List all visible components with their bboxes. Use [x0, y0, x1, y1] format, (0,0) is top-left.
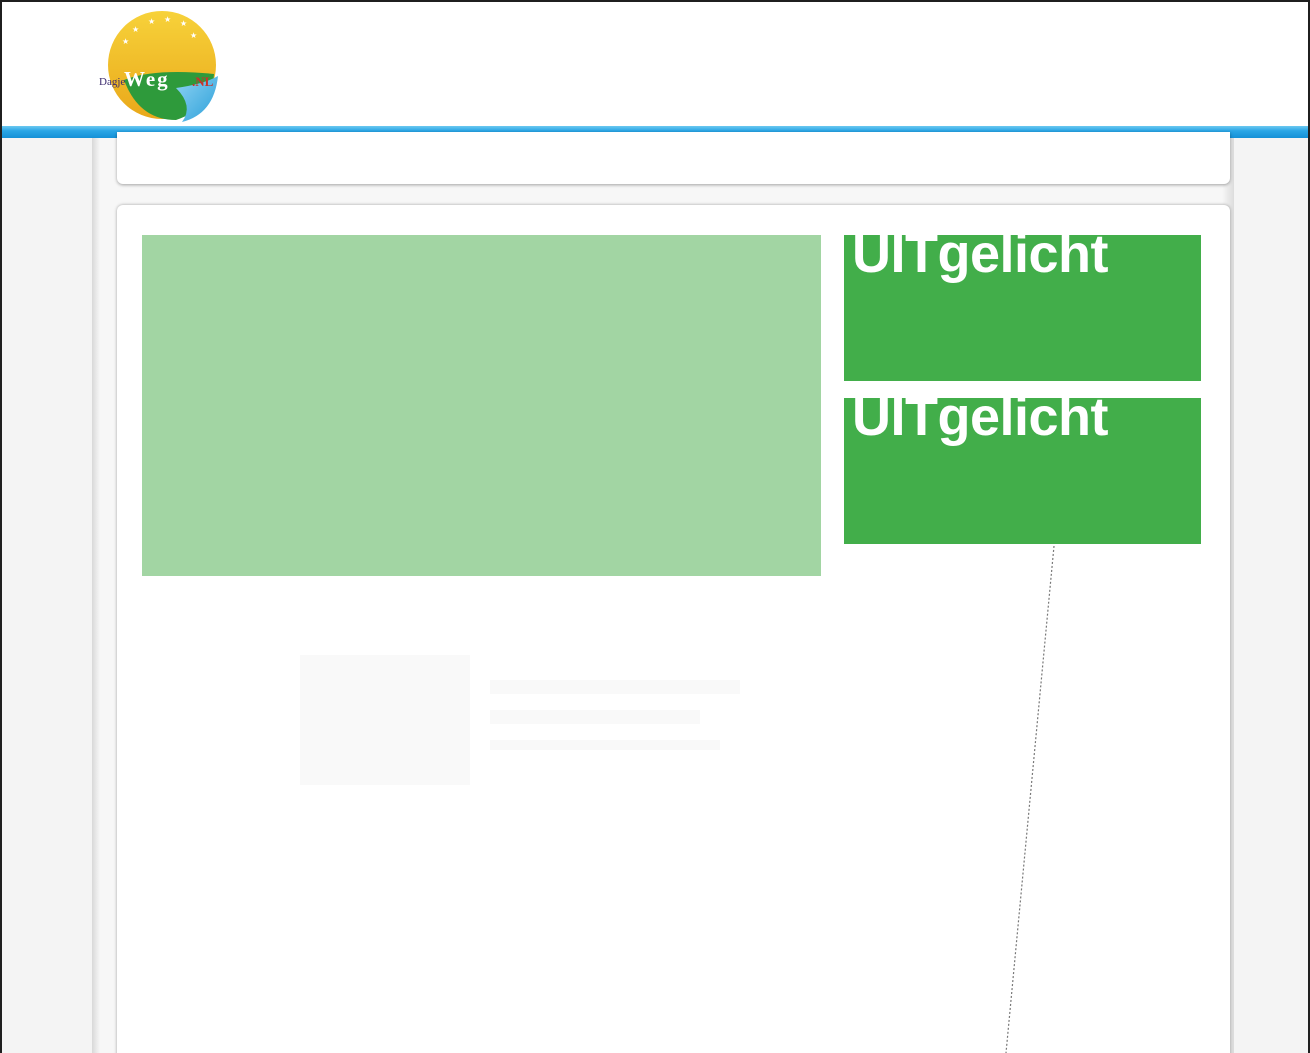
- logo-name: Weg: [124, 67, 170, 91]
- svg-text:★: ★: [190, 31, 197, 40]
- navigation-panel: [117, 132, 1230, 184]
- site-header: ★ ★ ★ ★ ★ ★ Dagje Weg .NL: [2, 2, 1308, 128]
- svg-text:★: ★: [180, 19, 187, 28]
- featured-card-2[interactable]: UITgelicht: [844, 398, 1201, 544]
- hero-banner[interactable]: [142, 235, 821, 576]
- logo-prefix: Dagje: [99, 76, 126, 88]
- svg-text:★: ★: [122, 37, 129, 46]
- featured-title: UITgelicht: [852, 235, 1109, 284]
- svg-text:★: ★: [164, 15, 171, 24]
- right-gutter: [1234, 138, 1308, 1053]
- featured-title: UITgelicht: [852, 398, 1109, 447]
- featured-card-1[interactable]: UITgelicht: [844, 235, 1201, 381]
- svg-text:★: ★: [148, 17, 155, 26]
- logo-suffix: .NL: [192, 74, 214, 89]
- site-logo[interactable]: ★ ★ ★ ★ ★ ★ Dagje Weg .NL: [84, 10, 234, 126]
- faint-watermark-graphic: [300, 655, 740, 785]
- svg-text:★: ★: [132, 25, 139, 34]
